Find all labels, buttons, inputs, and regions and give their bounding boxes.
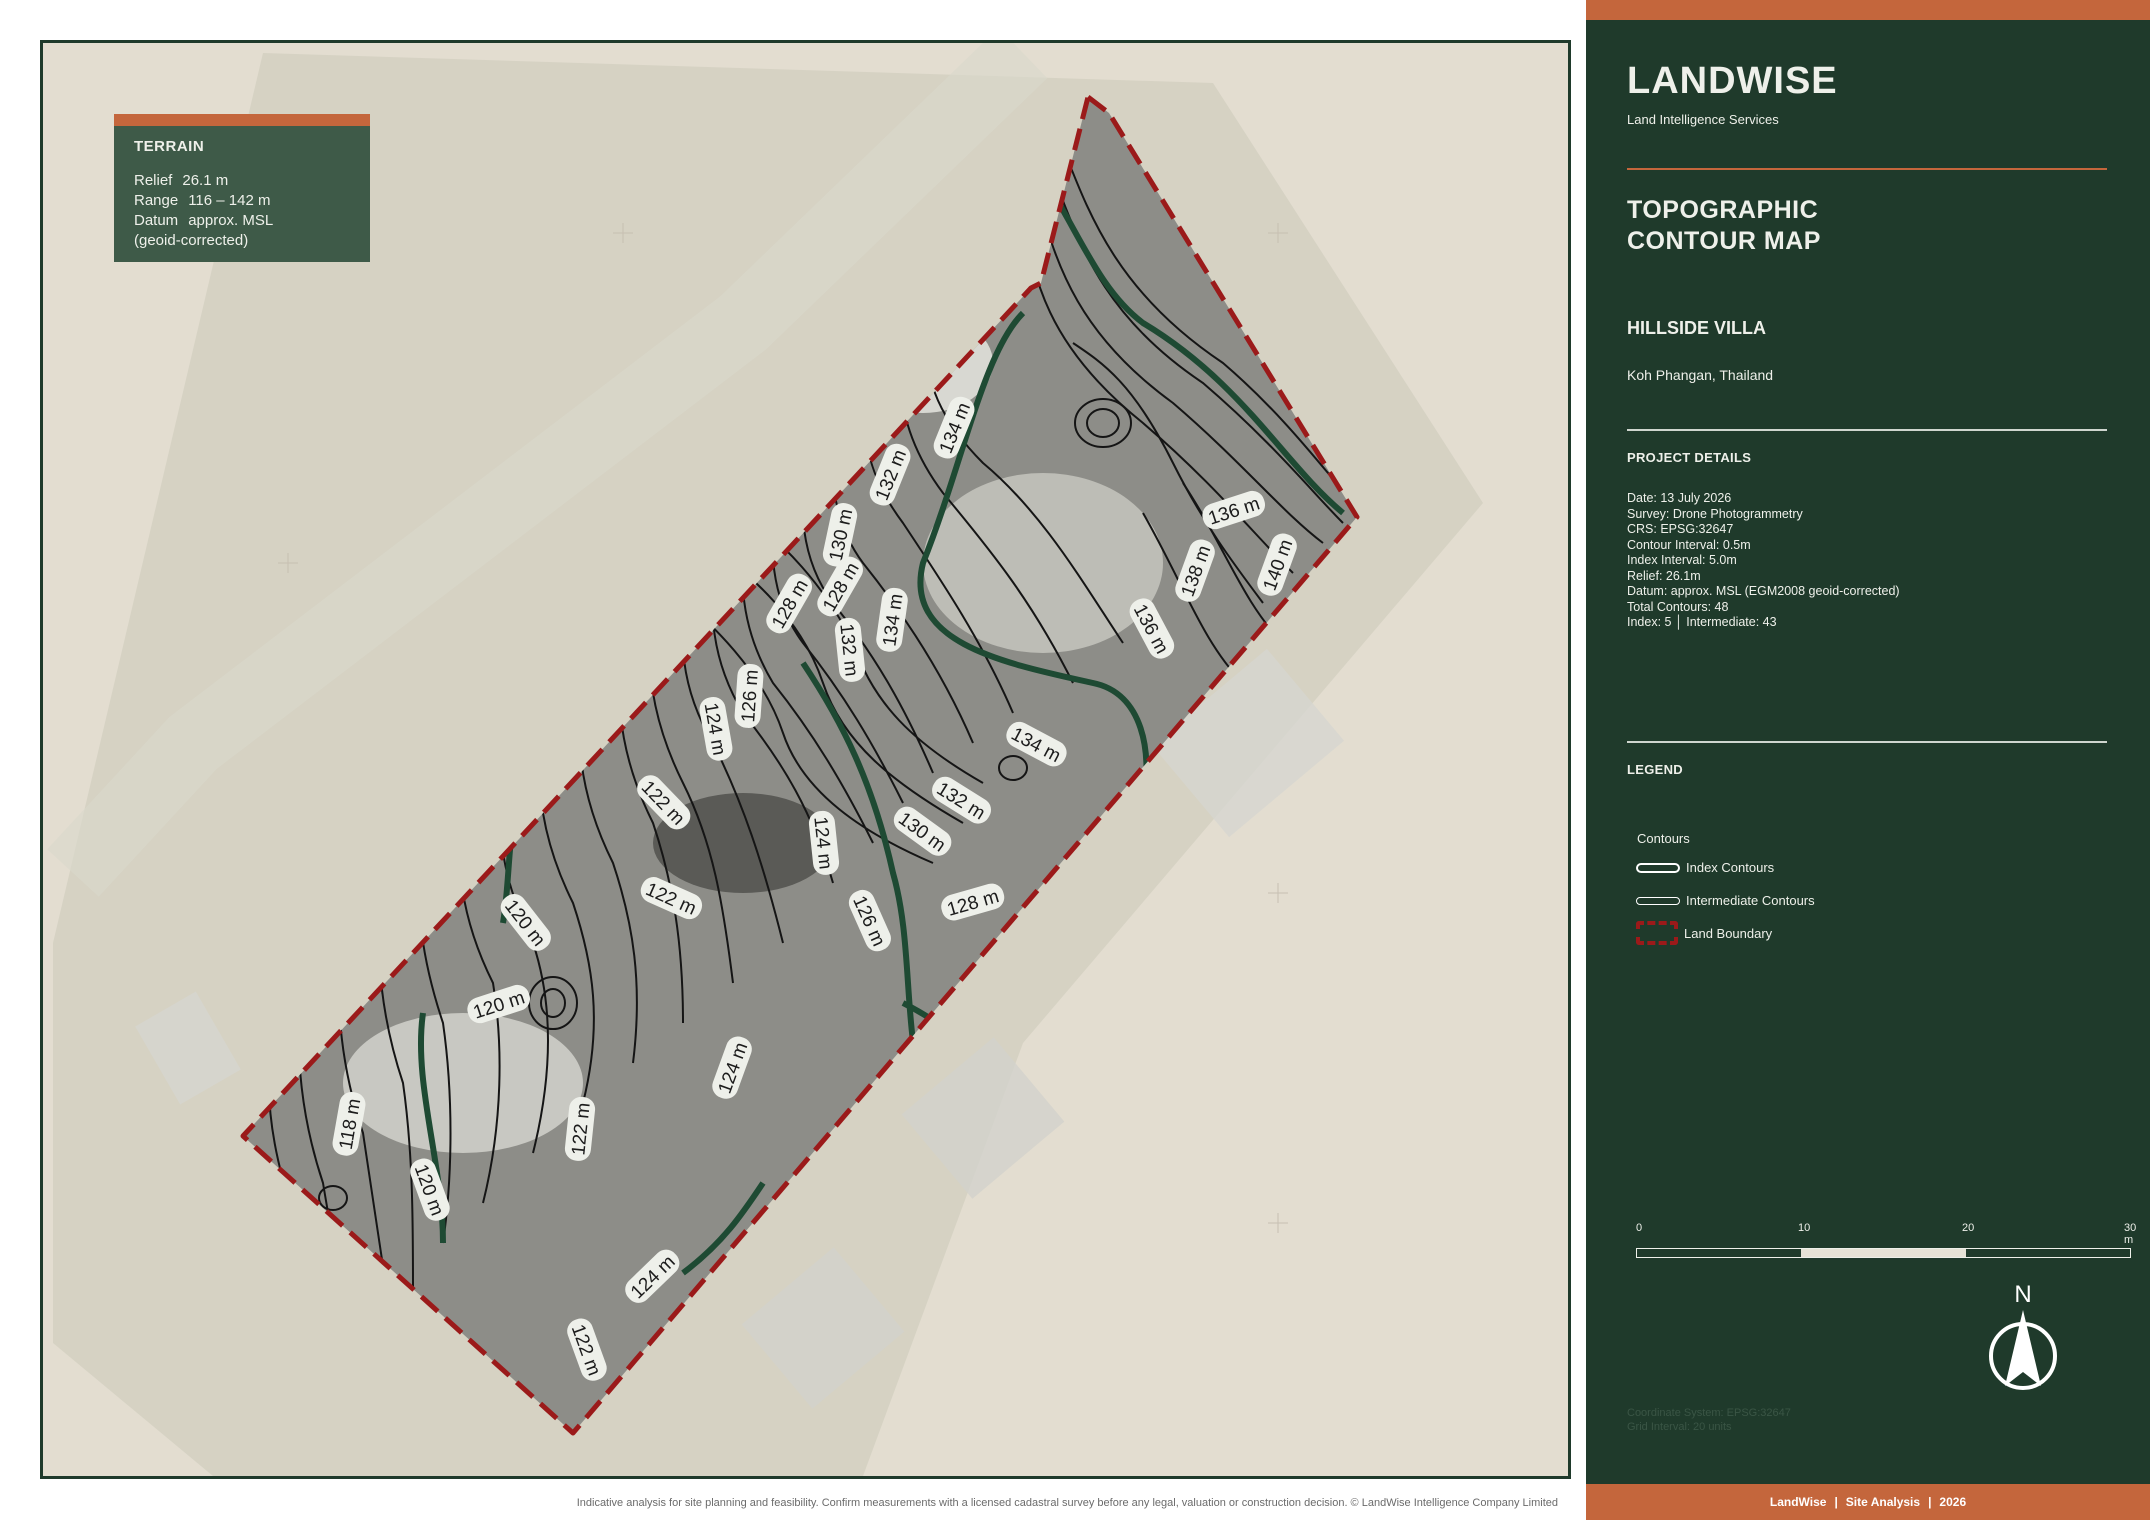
map-frame[interactable]: 134 m 132 m 130 m 128 m 134 m 132 m 126 … (40, 40, 1571, 1479)
divider (1627, 168, 2107, 170)
detail-index-intermediate: Index: 5 │ Intermediate: 43 (1627, 615, 1777, 629)
project-details-title: PROJECT DETAILS (1627, 450, 1752, 465)
north-arrow: N (1983, 1278, 2063, 1398)
relief-value: 26.1 m (182, 172, 229, 189)
scale-bar-segments (1636, 1248, 2131, 1258)
intermediate-contour-swatch (1636, 896, 1680, 905)
detail-crs: CRS: EPSG:32647 (1627, 522, 1734, 536)
project-details: Date: 13 July 2026 Survey: Drone Photogr… (1627, 491, 1900, 631)
legend-index-contours: Index Contours (1636, 860, 1774, 875)
datum-value: approx. MSL (188, 212, 274, 229)
legend-land-boundary: Land Boundary (1636, 921, 1772, 945)
grid-interval: Grid Interval: 20 units (1627, 1421, 1732, 1433)
detail-contour-interval: Contour Interval: 0.5m (1627, 537, 1751, 552)
divider (1627, 741, 2107, 743)
detail-survey: Survey: Drone Photogrammetry (1627, 506, 1803, 521)
sidebar-footer: LandWise | Site Analysis | 2026 (1586, 1484, 2150, 1520)
footer-brand: LandWise (1769, 1495, 1827, 1509)
brand-subtitle: Land Intelligence Services (1627, 112, 1779, 127)
range-value: 116 – 142 m (188, 192, 271, 209)
terrain-shade (923, 473, 1163, 653)
datum-note: (geoid-corrected) (134, 232, 249, 249)
scale-label-20: 20 (1962, 1222, 1975, 1234)
legend-intermediate-contours: Intermediate Contours (1636, 893, 1815, 908)
scale-segment (1637, 1249, 1802, 1257)
scale-label-0: 0 (1636, 1222, 1643, 1234)
scale-label-10: 10 (1798, 1222, 1811, 1234)
scale-segment (1965, 1249, 2130, 1257)
map-title-line1: TOPOGRAPHIC (1627, 196, 1819, 224)
north-pointer (2005, 1310, 2041, 1386)
coordinate-system: Coordinate System: EPSG:32647 (1627, 1407, 1791, 1419)
terrain-datum: Datum approx. MSL (134, 211, 350, 231)
contour-label: 126 m (738, 669, 763, 723)
divider (1627, 429, 2107, 431)
detail-relief: Relief: 26.1m (1627, 568, 1701, 583)
terrain-range: Range 116 – 142 m (134, 191, 350, 211)
sidebar-top-accent (1586, 0, 2150, 20)
scale-segment (1801, 1249, 1966, 1257)
terrain-info-box: TERRAIN Relief 26.1 m Range 116 – 142 m Da… (114, 114, 370, 262)
brand-name: LANDWISE (1627, 60, 1838, 102)
datum-label: Datum (134, 212, 179, 229)
footer-separator: | (1928, 1495, 1932, 1509)
scale-label-30: 30 m (2124, 1222, 2137, 1246)
footer-year: 2026 (1939, 1495, 1967, 1509)
map-title: TOPOGRAPHIC CONTOUR MAP (1627, 195, 1821, 257)
relief-label: Relief (134, 172, 173, 189)
coordinate-note: Coordinate System: EPSG:32647 Grid Inter… (1627, 1406, 1791, 1434)
detail-datum: Datum: approx. MSL (EGM2008 geoid-correc… (1627, 584, 1900, 598)
project-location: Koh Phangan, Thailand (1627, 367, 1774, 383)
detail-index-interval: Index Interval: 5.0m (1627, 553, 1737, 567)
north-letter: N (2014, 1281, 2031, 1308)
info-sidebar: LANDWISE Land Intelligence Services TOPO… (1586, 0, 2150, 1520)
index-contour-swatch (1636, 862, 1680, 873)
boundary-swatch (1636, 921, 1678, 945)
legend-subtitle: Contours (1637, 831, 1690, 846)
map-title-line2: CONTOUR MAP (1627, 227, 1821, 255)
detail-date: Date: 13 July 2026 (1627, 491, 1732, 505)
footer-separator: | (1834, 1495, 1838, 1509)
legend-intermediate-label: Intermediate Contours (1686, 893, 1815, 908)
legend-boundary-label: Land Boundary (1684, 925, 1773, 941)
terrain-title: TERRAIN (134, 138, 205, 155)
north-arrow-icon: N (1989, 1281, 2057, 1390)
terrain-relief: Relief 26.1 m (134, 171, 350, 191)
project-name: HILLSIDE VILLA (1627, 318, 1766, 338)
legend-index-label: Index Contours (1686, 860, 1775, 875)
detail-total-contours: Total Contours: 48 (1627, 599, 1729, 614)
disclaimer-note: Indicative analysis for site planning an… (576, 1497, 1558, 1509)
legend-title: LEGEND (1627, 762, 1683, 777)
footer-type: Site Analysis (1845, 1495, 1921, 1509)
range-label: Range (134, 192, 179, 209)
